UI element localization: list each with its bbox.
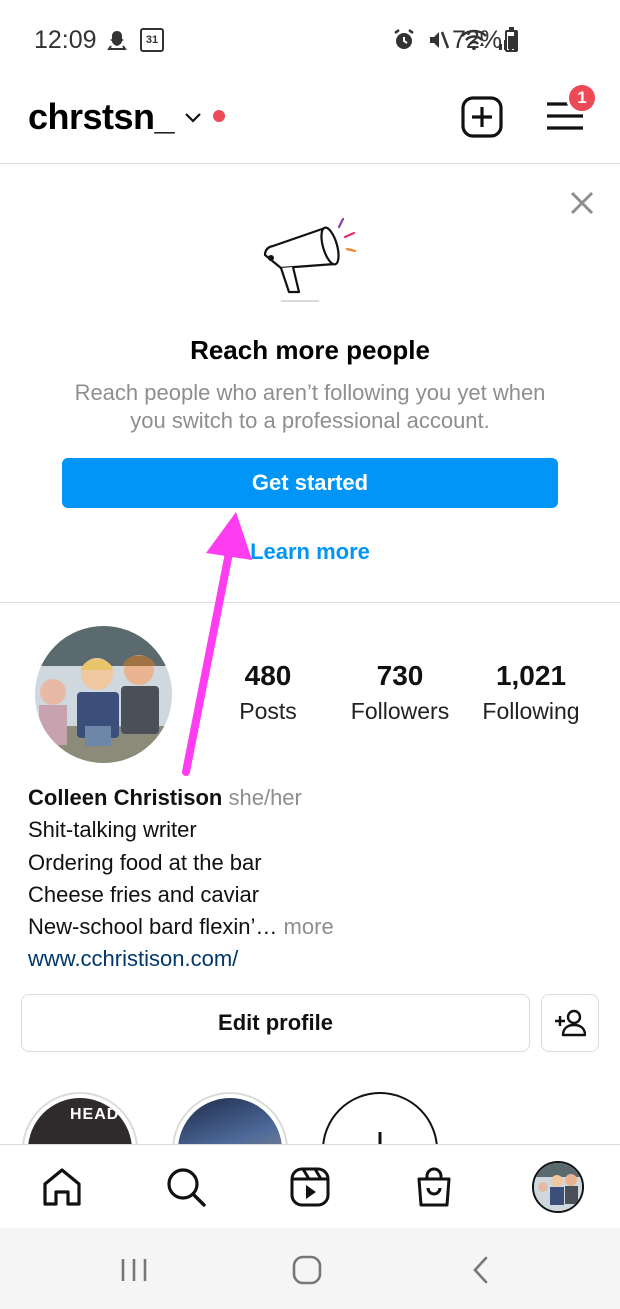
- android-nav-bar: [0, 1228, 620, 1309]
- followers-label: Followers: [350, 698, 450, 724]
- account-notification-dot: [213, 110, 225, 122]
- avatar-photo: [35, 626, 172, 763]
- website-link[interactable]: www.cchristison.com/: [28, 943, 598, 975]
- profile-bio: Colleen Christison she/her Shit-talking …: [28, 782, 598, 976]
- back-icon[interactable]: [466, 1254, 498, 1286]
- professional-account-promo: Reach more people Reach people who aren’…: [0, 165, 620, 603]
- posts-stat[interactable]: 480 Posts: [226, 660, 310, 725]
- discover-people-button[interactable]: [541, 994, 599, 1052]
- new-highlight-button[interactable]: [322, 1092, 438, 1144]
- nav-profile-avatar[interactable]: [532, 1161, 584, 1213]
- calendar-icon: 31: [140, 28, 164, 52]
- profile-header: chrstsn_ 1: [0, 82, 620, 164]
- highlight-item[interactable]: HEAD: [22, 1092, 138, 1144]
- posts-count: 480: [244, 660, 292, 691]
- display-name: Colleen Christison: [28, 785, 223, 810]
- add-person-icon: [555, 1009, 586, 1037]
- home-circle-icon[interactable]: [291, 1254, 323, 1286]
- chevron-down-icon[interactable]: [182, 106, 204, 128]
- status-time: 12:09: [34, 26, 97, 54]
- pronouns: she/her: [228, 785, 302, 810]
- plus-icon: [378, 1132, 382, 1144]
- bottom-nav: [0, 1144, 620, 1228]
- bio-line: New-school bard flexin’…: [28, 914, 278, 940]
- followers-count: 730: [376, 660, 424, 691]
- bio-line: Shit-talking writer: [28, 817, 197, 843]
- alarm-icon: [394, 29, 414, 49]
- following-label: Following: [482, 698, 580, 724]
- followers-stat[interactable]: 730 Followers: [340, 660, 460, 725]
- battery-percent: 72%: [452, 26, 503, 54]
- snapchat-icon: [107, 31, 127, 50]
- highlight-label: HEAD: [70, 1106, 120, 1123]
- nav-reels[interactable]: [288, 1165, 332, 1209]
- status-bar: 12:09 31 72%: [0, 0, 620, 82]
- highlight-cover: [178, 1098, 282, 1144]
- home-icon: [43, 1168, 81, 1206]
- status-left-icons: 31: [106, 28, 164, 52]
- bio-name-line: Colleen Christison she/her: [28, 782, 598, 814]
- battery-icon: [505, 27, 518, 52]
- promo-title: Reach more people: [190, 335, 430, 365]
- bio-line: Cheese fries and caviar: [28, 881, 260, 907]
- bio-line: Ordering food at the bar: [28, 849, 262, 875]
- search-icon: [167, 1168, 206, 1207]
- reels-icon: [290, 1167, 330, 1207]
- story-highlights: HEAD: [0, 1086, 620, 1144]
- highlight-item[interactable]: [172, 1092, 288, 1144]
- following-stat[interactable]: 1,021 Following: [472, 660, 590, 725]
- nav-home[interactable]: [40, 1165, 84, 1209]
- posts-label: Posts: [239, 698, 297, 724]
- highlight-cover: HEAD: [28, 1098, 132, 1144]
- new-post-icon[interactable]: [461, 96, 503, 138]
- username[interactable]: chrstsn_: [28, 96, 175, 138]
- learn-more-link[interactable]: Learn more: [0, 539, 620, 565]
- mute-icon: [430, 31, 450, 49]
- profile-avatar[interactable]: [35, 626, 172, 763]
- nav-shop[interactable]: [412, 1165, 456, 1209]
- bio-line-last: New-school bard flexin’… more: [28, 911, 598, 943]
- bio-more-link[interactable]: more: [277, 914, 334, 939]
- calendar-day: 31: [145, 34, 159, 46]
- edit-profile-button[interactable]: Edit profile: [21, 994, 530, 1052]
- avatar-photo: [534, 1163, 582, 1211]
- megaphone-icon: [263, 217, 357, 302]
- get-started-button[interactable]: Get started: [62, 458, 558, 508]
- notification-badge: 1: [566, 82, 598, 114]
- shop-icon: [417, 1167, 451, 1207]
- close-icon[interactable]: [568, 189, 596, 217]
- following-count: 1,021: [495, 660, 567, 691]
- battery-level: [508, 36, 515, 49]
- nav-search[interactable]: [164, 1165, 208, 1209]
- promo-description: Reach people who aren’t following you ye…: [74, 380, 546, 433]
- recents-icon[interactable]: [118, 1254, 150, 1286]
